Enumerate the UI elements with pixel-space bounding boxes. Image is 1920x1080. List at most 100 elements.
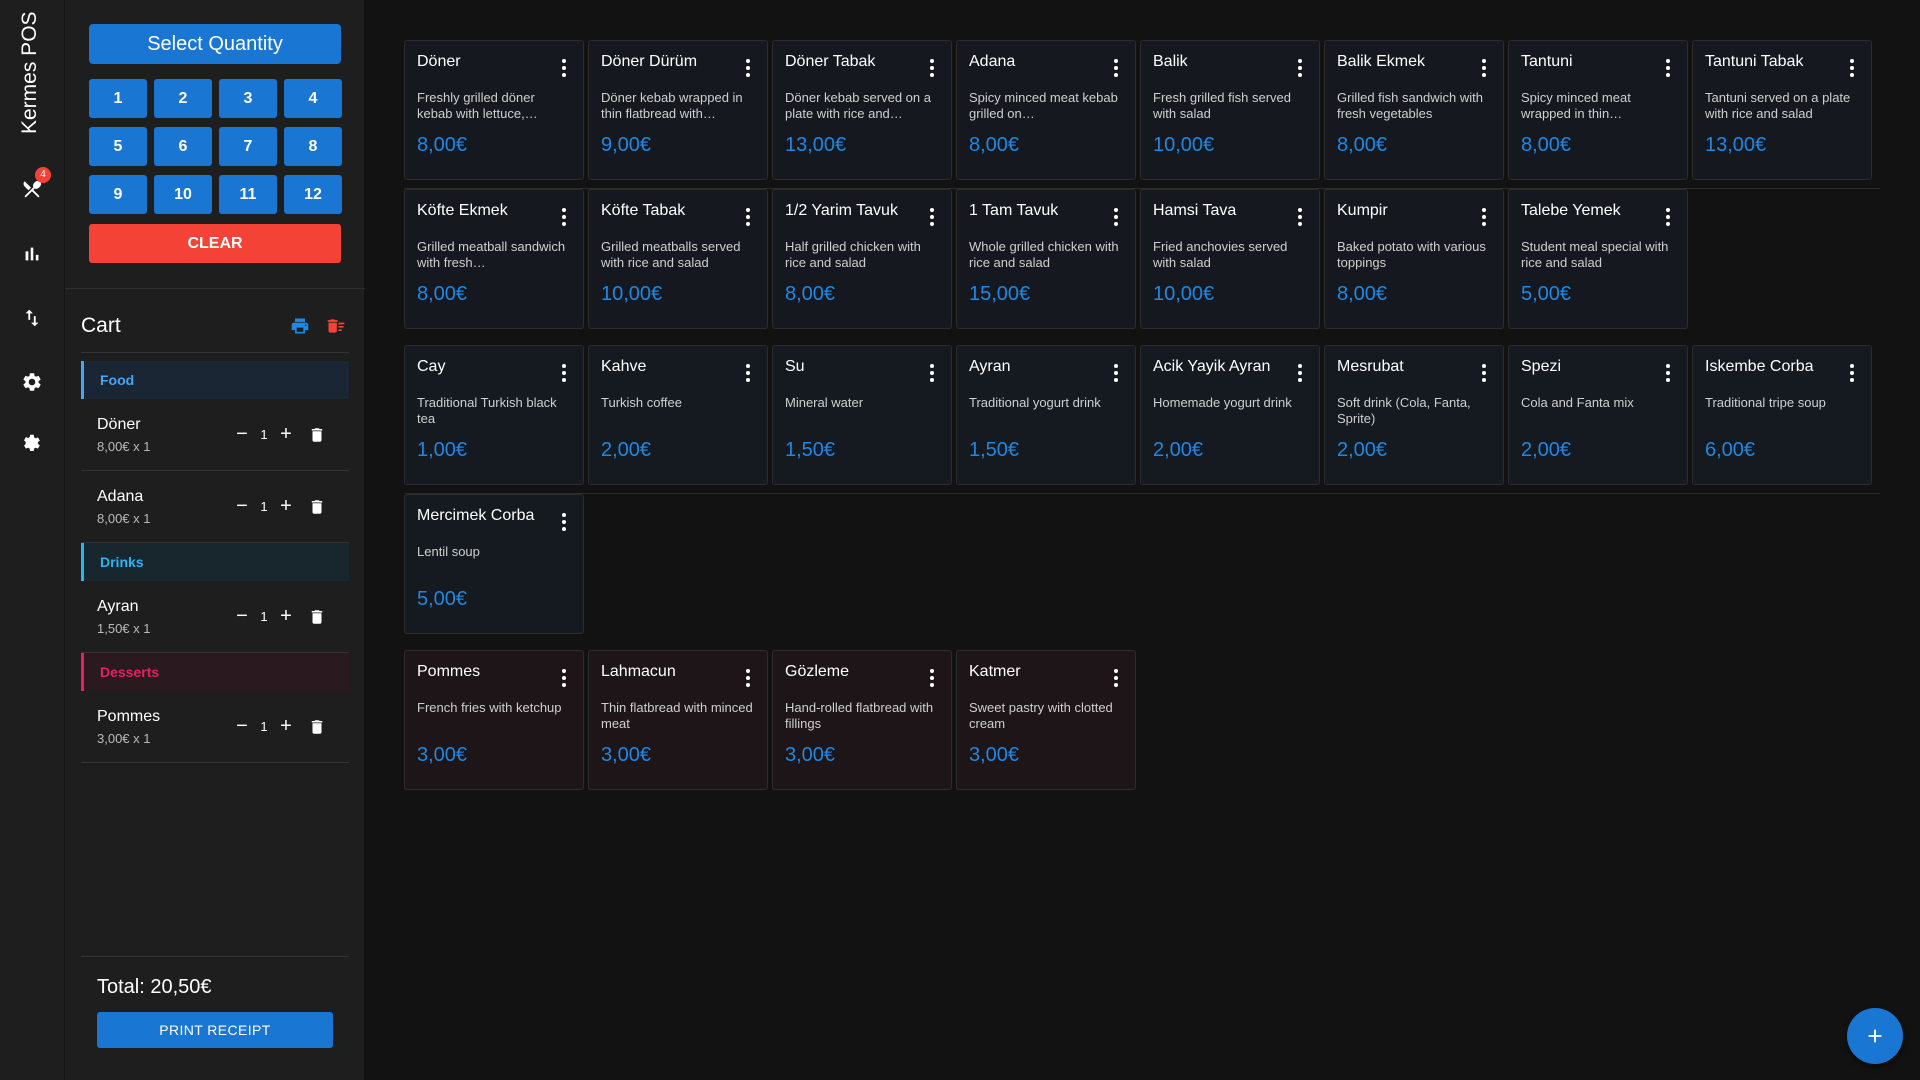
more-vert-icon[interactable]	[1665, 208, 1671, 226]
product-card[interactable]: Su Mineral water 1,50€	[772, 345, 952, 485]
product-card[interactable]: Talebe Yemek Student meal special with ri…	[1508, 189, 1688, 329]
more-vert-icon[interactable]	[1849, 364, 1855, 382]
quantity-button-2[interactable]: 2	[154, 79, 212, 118]
quantity-button-6[interactable]: 6	[154, 127, 212, 166]
clear-cart-button[interactable]	[323, 313, 349, 339]
increment-button[interactable]: +	[275, 423, 297, 446]
more-vert-icon[interactable]	[745, 208, 751, 226]
more-vert-icon[interactable]	[561, 364, 567, 382]
decrement-button[interactable]: −	[231, 495, 253, 518]
more-vert-icon[interactable]	[1665, 59, 1671, 77]
nav-settings-button[interactable]	[16, 366, 48, 398]
add-product-button[interactable]	[1847, 1008, 1903, 1064]
more-vert-icon[interactable]	[1481, 59, 1487, 77]
quantity-button-9[interactable]: 9	[89, 175, 147, 214]
product-card[interactable]: Döner Tabak Döner kebab served on a plate…	[772, 40, 952, 180]
product-name: Katmer	[969, 663, 1021, 680]
drinks-row: Mercimek Corba Lentil soup 5,00€	[404, 494, 1880, 634]
product-price: 2,00€	[601, 439, 652, 461]
quantity-button-4[interactable]: 4	[284, 79, 342, 118]
print-cart-button[interactable]	[287, 313, 313, 339]
more-vert-icon[interactable]	[1113, 208, 1119, 226]
remove-item-button[interactable]	[305, 605, 329, 629]
nav-import-export-button[interactable]	[16, 302, 48, 334]
product-name: Su	[785, 358, 805, 375]
more-vert-icon[interactable]	[1297, 59, 1303, 77]
decrement-button[interactable]: −	[231, 605, 253, 628]
more-vert-icon[interactable]	[561, 669, 567, 687]
increment-button[interactable]: +	[275, 495, 297, 518]
product-card[interactable]: Gözleme Hand-rolled flatbread with fillin…	[772, 650, 952, 790]
product-card[interactable]: Tantuni Tabak Tantuni served on a plate w…	[1692, 40, 1872, 180]
product-card[interactable]: Mercimek Corba Lentil soup 5,00€	[404, 494, 584, 634]
product-card[interactable]: 1 Tam Tavuk Whole grilled chicken with ri…	[956, 189, 1136, 329]
product-card[interactable]: Lahmacun Thin flatbread with minced meat 3…	[588, 650, 768, 790]
more-vert-icon[interactable]	[1113, 364, 1119, 382]
select-quantity-button[interactable]: Select Quantity	[89, 24, 341, 64]
product-card[interactable]: Kumpir Baked potato with various toppings…	[1324, 189, 1504, 329]
quantity-button-5[interactable]: 5	[89, 127, 147, 166]
quantity-button-10[interactable]: 10	[154, 175, 212, 214]
product-card[interactable]: Balik Fresh grilled fish served with sala…	[1140, 40, 1320, 180]
product-card[interactable]: Döner Freshly grilled döner kebab with le…	[404, 40, 584, 180]
quantity-button-11[interactable]: 11	[219, 175, 277, 214]
more-vert-icon[interactable]	[929, 59, 935, 77]
more-vert-icon[interactable]	[929, 669, 935, 687]
increment-button[interactable]: +	[275, 715, 297, 738]
print-receipt-button[interactable]: PRINT RECEIPT	[97, 1012, 333, 1048]
quantity-button-8[interactable]: 8	[284, 127, 342, 166]
more-vert-icon[interactable]	[1113, 669, 1119, 687]
product-card[interactable]: Köfte Ekmek Grilled meatball sandwich wit…	[404, 189, 584, 329]
more-vert-icon[interactable]	[1665, 364, 1671, 382]
quantity-button-7[interactable]: 7	[219, 127, 277, 166]
product-card[interactable]: Spezi Cola and Fanta mix 2,00€	[1508, 345, 1688, 485]
product-card[interactable]: Adana Spicy minced meat kebab grilled on……	[956, 40, 1136, 180]
more-vert-icon[interactable]	[929, 208, 935, 226]
product-card[interactable]: Tantuni Spicy minced meat wrapped in thin…	[1508, 40, 1688, 180]
more-vert-icon[interactable]	[1297, 364, 1303, 382]
product-card[interactable]: 1/2 Yarim Tavuk Half grilled chicken with…	[772, 189, 952, 329]
product-card[interactable]: Pommes French fries with ketchup 3,00€	[404, 650, 584, 790]
nav-stats-button[interactable]	[16, 238, 48, 270]
product-card[interactable]: Mesrubat Soft drink (Cola, Fanta, Sprite)…	[1324, 345, 1504, 485]
product-card[interactable]: Döner Dürüm Döner kebab wrapped in thin f…	[588, 40, 768, 180]
product-card[interactable]: Kahve Turkish coffee 2,00€	[588, 345, 768, 485]
quantity-button-12[interactable]: 12	[284, 175, 342, 214]
product-price: 8,00€	[969, 134, 1020, 156]
more-vert-icon[interactable]	[1849, 59, 1855, 77]
quantity-button-3[interactable]: 3	[219, 79, 277, 118]
more-vert-icon[interactable]	[1113, 59, 1119, 77]
nav-pos-button[interactable]: 4	[16, 167, 51, 205]
cart-item-price-qty: 8,00€ x 1	[97, 510, 151, 526]
more-vert-icon[interactable]	[561, 208, 567, 226]
more-vert-icon[interactable]	[561, 59, 567, 77]
more-vert-icon[interactable]	[745, 364, 751, 382]
product-card[interactable]: Katmer Sweet pastry with clotted cream 3,0…	[956, 650, 1136, 790]
more-vert-icon[interactable]	[745, 669, 751, 687]
product-card[interactable]: Balik Ekmek Grilled fish sandwich with fr…	[1324, 40, 1504, 180]
product-card[interactable]: Hamsi Tava Fried anchovies served with sa…	[1140, 189, 1320, 329]
product-card[interactable]: Iskembe Corba Traditional tripe soup 6,00€	[1692, 345, 1872, 485]
more-vert-icon[interactable]	[561, 513, 567, 531]
product-price: 8,00€	[785, 283, 836, 305]
increment-button[interactable]: +	[275, 605, 297, 628]
more-vert-icon[interactable]	[1481, 364, 1487, 382]
product-card[interactable]: Köfte Tabak Grilled meatballs served with…	[588, 189, 768, 329]
quantity-button-1[interactable]: 1	[89, 79, 147, 118]
product-card[interactable]: Cay Traditional Turkish black tea 1,00€	[404, 345, 584, 485]
more-vert-icon[interactable]	[1297, 208, 1303, 226]
product-card[interactable]: Ayran Traditional yogurt drink 1,50€	[956, 345, 1136, 485]
swap-vert-icon	[25, 309, 39, 327]
remove-item-button[interactable]	[305, 423, 329, 447]
decrement-button[interactable]: −	[231, 423, 253, 446]
decrement-button[interactable]: −	[231, 715, 253, 738]
remove-item-button[interactable]	[305, 715, 329, 739]
nav-admin-settings-button[interactable]	[16, 427, 48, 459]
product-card[interactable]: Acik Yayik Ayran Homemade yogurt drink 2,0…	[1140, 345, 1320, 485]
remove-item-button[interactable]	[305, 495, 329, 519]
clear-quantity-button[interactable]: CLEAR	[89, 224, 341, 263]
more-vert-icon[interactable]	[745, 59, 751, 77]
more-vert-icon[interactable]	[1481, 208, 1487, 226]
more-vert-icon[interactable]	[929, 364, 935, 382]
cart-item-info: Pommes 3,00€ x 1	[97, 708, 231, 746]
